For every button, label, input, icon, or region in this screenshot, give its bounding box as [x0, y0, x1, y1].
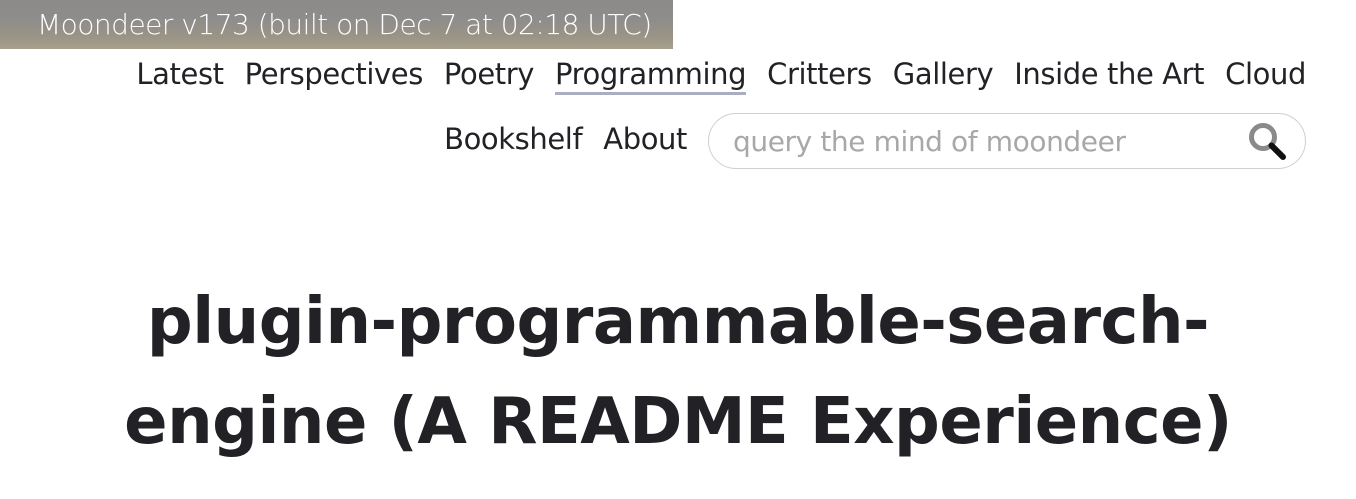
page-title-line2: engine (A README Experience)	[124, 385, 1232, 459]
nav-link-inside-the-art[interactable]: Inside the Art	[1014, 57, 1204, 95]
nav-link-gallery[interactable]: Gallery	[893, 57, 994, 95]
page-title: plugin-programmable-search- engine (A RE…	[0, 272, 1356, 472]
nav-link-latest[interactable]: Latest	[136, 57, 224, 95]
nav-link-perspectives[interactable]: Perspectives	[245, 57, 424, 95]
nav-link-bookshelf[interactable]: Bookshelf	[444, 122, 583, 160]
primary-nav: Latest Perspectives Poetry Programming C…	[136, 52, 1306, 100]
build-banner: Moondeer v173 (built on Dec 7 at 02:18 U…	[0, 0, 673, 49]
build-version-text: Moondeer v173 (built on Dec 7 at 02:18 U…	[37, 8, 652, 41]
search-input[interactable]	[731, 123, 1245, 159]
page: Moondeer v173 (built on Dec 7 at 02:18 U…	[0, 0, 1356, 499]
nav-link-programming[interactable]: Programming	[555, 57, 746, 95]
page-title-line1: plugin-programmable-search-	[146, 285, 1210, 359]
nav-link-cloud[interactable]: Cloud	[1225, 57, 1306, 95]
article-header: plugin-programmable-search- engine (A RE…	[0, 272, 1356, 472]
search-box	[708, 113, 1306, 169]
search-icon[interactable]	[1245, 119, 1289, 163]
nav-link-about[interactable]: About	[603, 122, 687, 160]
secondary-nav: Bookshelf About	[444, 111, 1306, 171]
nav-link-poetry[interactable]: Poetry	[444, 57, 535, 95]
nav-link-critters[interactable]: Critters	[767, 57, 872, 95]
